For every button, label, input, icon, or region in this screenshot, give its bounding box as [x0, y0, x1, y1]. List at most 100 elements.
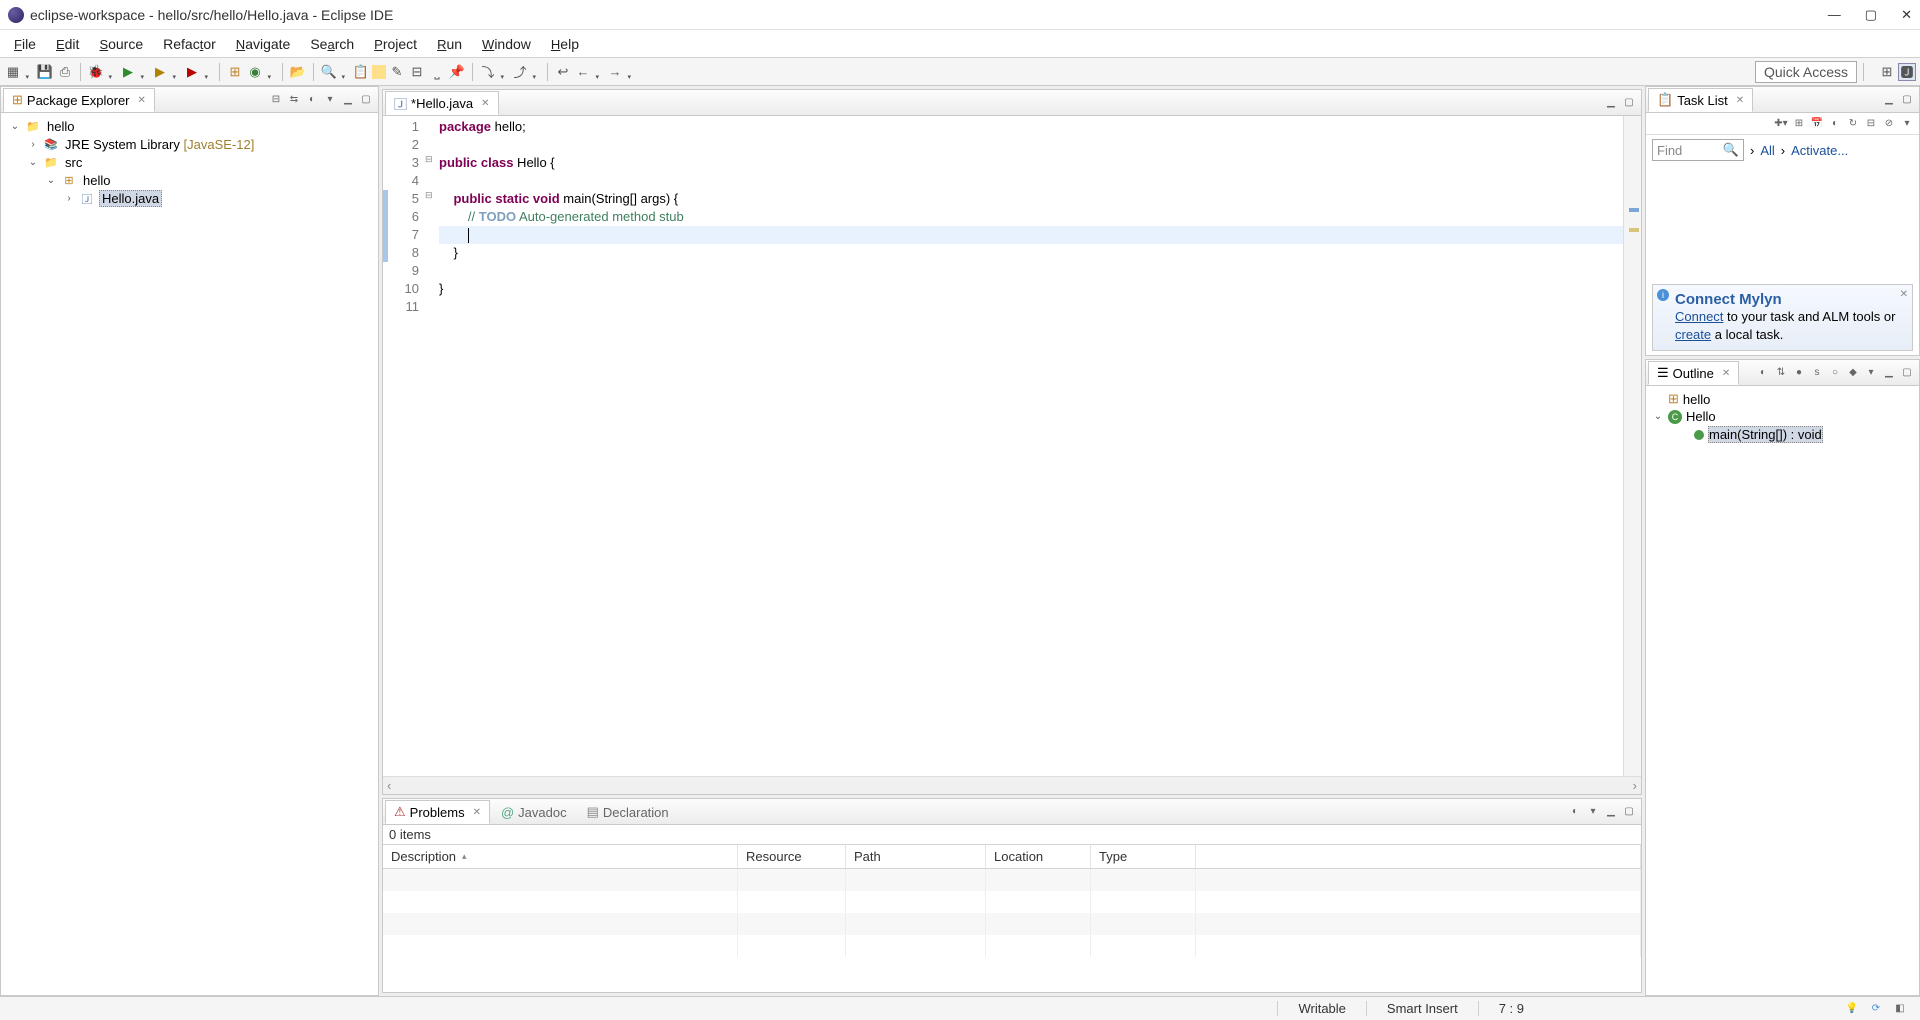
scroll-right-icon[interactable]: › [1633, 778, 1637, 793]
new-task-button[interactable]: ✚▾ [1773, 116, 1789, 132]
maximize-view-button[interactable]: ▢ [1899, 365, 1915, 381]
menu-help[interactable]: Help [541, 32, 589, 56]
last-edit-button[interactable]: ↩ [554, 63, 572, 81]
prev-annotation-button[interactable]: ⤴ [511, 63, 529, 81]
focus-icon[interactable]: ◐ [1755, 365, 1771, 381]
categorize-button[interactable]: ⊞ [1791, 116, 1807, 132]
close-button[interactable]: ✕ [1901, 7, 1912, 23]
view-menu-button[interactable]: ▾ [1899, 116, 1915, 132]
run-button[interactable]: ▶ [119, 63, 137, 81]
src-node[interactable]: ⌄📁 src [5, 153, 374, 171]
maximize-view-button[interactable]: ▢ [358, 92, 374, 108]
file-node[interactable]: ›🄹 Hello.java [5, 189, 374, 208]
new-package-button[interactable]: ⊞ [226, 63, 244, 81]
back-button[interactable]: ← [574, 63, 592, 81]
maximize-editor-button[interactable]: ▢ [1621, 95, 1637, 111]
col-type[interactable]: Type [1091, 845, 1196, 868]
outline-class[interactable]: ⌄C Hello [1650, 408, 1915, 425]
hide-local-icon[interactable]: ◆ [1845, 365, 1861, 381]
debug-button[interactable]: 🐞 [87, 63, 105, 81]
toggle-mark-button[interactable]: ✎ [388, 63, 406, 81]
hide-static-icon[interactable]: s [1809, 365, 1825, 381]
editor-tab[interactable]: 🄹 *Hello.java ✕ [385, 91, 499, 115]
problems-table[interactable]: Description▴ Resource Path Location Type [383, 844, 1641, 992]
menu-navigate[interactable]: Navigate [226, 32, 301, 56]
forward-button[interactable]: → [606, 63, 624, 81]
task-list-tab[interactable]: 📋 Task List ✕ [1648, 88, 1753, 112]
scroll-left-icon[interactable]: ‹ [387, 778, 391, 793]
search-button[interactable]: 🔍 [320, 63, 338, 81]
col-path[interactable]: Path [846, 845, 986, 868]
outline-method[interactable]: main(String[]) : void [1650, 425, 1915, 444]
link-editor-button[interactable]: ⇆ [286, 92, 302, 108]
collapse-button[interactable]: ⊟ [1863, 116, 1879, 132]
line-number-ruler[interactable]: 1 2 3 4 5 6 7 8 9 10 11 [393, 116, 425, 776]
focus-icon[interactable]: ◐ [1567, 804, 1583, 820]
overview-icon[interactable]: ◧ [1892, 1001, 1908, 1017]
updates-icon[interactable]: ⟳ [1868, 1001, 1884, 1017]
hide-fields-icon[interactable]: ● [1791, 365, 1807, 381]
open-type-button[interactable]: 📂 [289, 63, 307, 81]
close-icon[interactable]: ✕ [1722, 368, 1730, 379]
declaration-tab[interactable]: ▤ Declaration [578, 800, 678, 824]
col-resource[interactable]: Resource [738, 845, 846, 868]
javadoc-tab[interactable]: @ Javadoc [492, 800, 576, 824]
menu-search[interactable]: Search [300, 32, 364, 56]
close-icon[interactable]: ✕ [1736, 95, 1744, 106]
project-node[interactable]: ⌄📁 hello [5, 117, 374, 135]
minimize-view-button[interactable]: ▁ [340, 92, 356, 108]
editor-scrollbar[interactable]: ‹ › [383, 776, 1641, 794]
hide-nonpublic-icon[interactable]: ○ [1827, 365, 1843, 381]
col-description[interactable]: Description▴ [383, 845, 738, 868]
save-all-button[interactable]: ⎙ [56, 63, 74, 81]
java-perspective-button[interactable]: 🅹 [1898, 63, 1916, 81]
task-button[interactable]: 📋 [352, 63, 370, 81]
quick-access[interactable]: Quick Access [1755, 61, 1857, 83]
ext-tools-button[interactable]: ▶ [183, 63, 201, 81]
problems-tab[interactable]: ⚠ Problems ✕ [385, 800, 490, 824]
package-node[interactable]: ⌄⊞ hello [5, 171, 374, 189]
minimize-editor-button[interactable]: ▁ [1603, 95, 1619, 111]
package-tree[interactable]: ⌄📁 hello ›📚 JRE System Library [JavaSE-1… [1, 113, 378, 212]
annot-button[interactable] [372, 65, 386, 79]
minimize-button[interactable]: — [1828, 7, 1841, 23]
sync-button[interactable]: ↻ [1845, 116, 1861, 132]
col-location[interactable]: Location [986, 845, 1091, 868]
menu-project[interactable]: Project [364, 32, 427, 56]
menu-file[interactable]: File [4, 32, 46, 56]
minimize-view-button[interactable]: ▁ [1603, 804, 1619, 820]
hide-button[interactable]: ⊘ [1881, 116, 1897, 132]
close-icon[interactable]: ✕ [138, 95, 146, 106]
coverage-button[interactable]: ▶ [151, 63, 169, 81]
focus-icon[interactable]: ◐ [1827, 116, 1843, 132]
collapse-all-button[interactable]: ⊟ [268, 92, 284, 108]
menu-run[interactable]: Run [427, 32, 472, 56]
activate-link[interactable]: Activate... [1791, 143, 1848, 158]
tip-icon[interactable]: 💡 [1844, 1001, 1860, 1017]
marker-bar[interactable] [383, 116, 393, 776]
package-explorer-tab[interactable]: ⊞ Package Explorer ✕ [3, 88, 155, 112]
focus-task-button[interactable]: ◐ [304, 92, 320, 108]
menu-refactor[interactable]: Refactor [153, 32, 226, 56]
outline-package[interactable]: ⊞ hello [1650, 390, 1915, 408]
jre-node[interactable]: ›📚 JRE System Library [JavaSE-12] [5, 135, 374, 153]
save-button[interactable]: 💾 [36, 63, 54, 81]
view-menu-button[interactable]: ▾ [1863, 365, 1879, 381]
menu-window[interactable]: Window [472, 32, 541, 56]
sort-icon[interactable]: ⇅ [1773, 365, 1789, 381]
maximize-view-button[interactable]: ▢ [1899, 92, 1915, 108]
create-link[interactable]: create [1675, 327, 1711, 342]
close-icon[interactable]: ✕ [1900, 289, 1908, 300]
folding-ruler[interactable]: ⊟ ⊟ [425, 116, 439, 776]
outline-tree[interactable]: ⊞ hello ⌄C Hello main(String[]) : void [1646, 386, 1919, 995]
find-input[interactable]: Find 🔍 [1652, 139, 1744, 161]
minimize-view-button[interactable]: ▁ [1881, 365, 1897, 381]
minimize-view-button[interactable]: ▁ [1881, 92, 1897, 108]
maximize-button[interactable]: ▢ [1865, 7, 1877, 23]
schedule-button[interactable]: 📅 [1809, 116, 1825, 132]
pin-button[interactable]: 📌 [448, 63, 466, 81]
code-area[interactable]: package hello; public class Hello { publ… [439, 116, 1623, 776]
open-perspective-button[interactable]: ⊞ [1878, 63, 1896, 81]
view-menu-button[interactable]: ▾ [1585, 804, 1601, 820]
overview-ruler[interactable] [1623, 116, 1641, 776]
